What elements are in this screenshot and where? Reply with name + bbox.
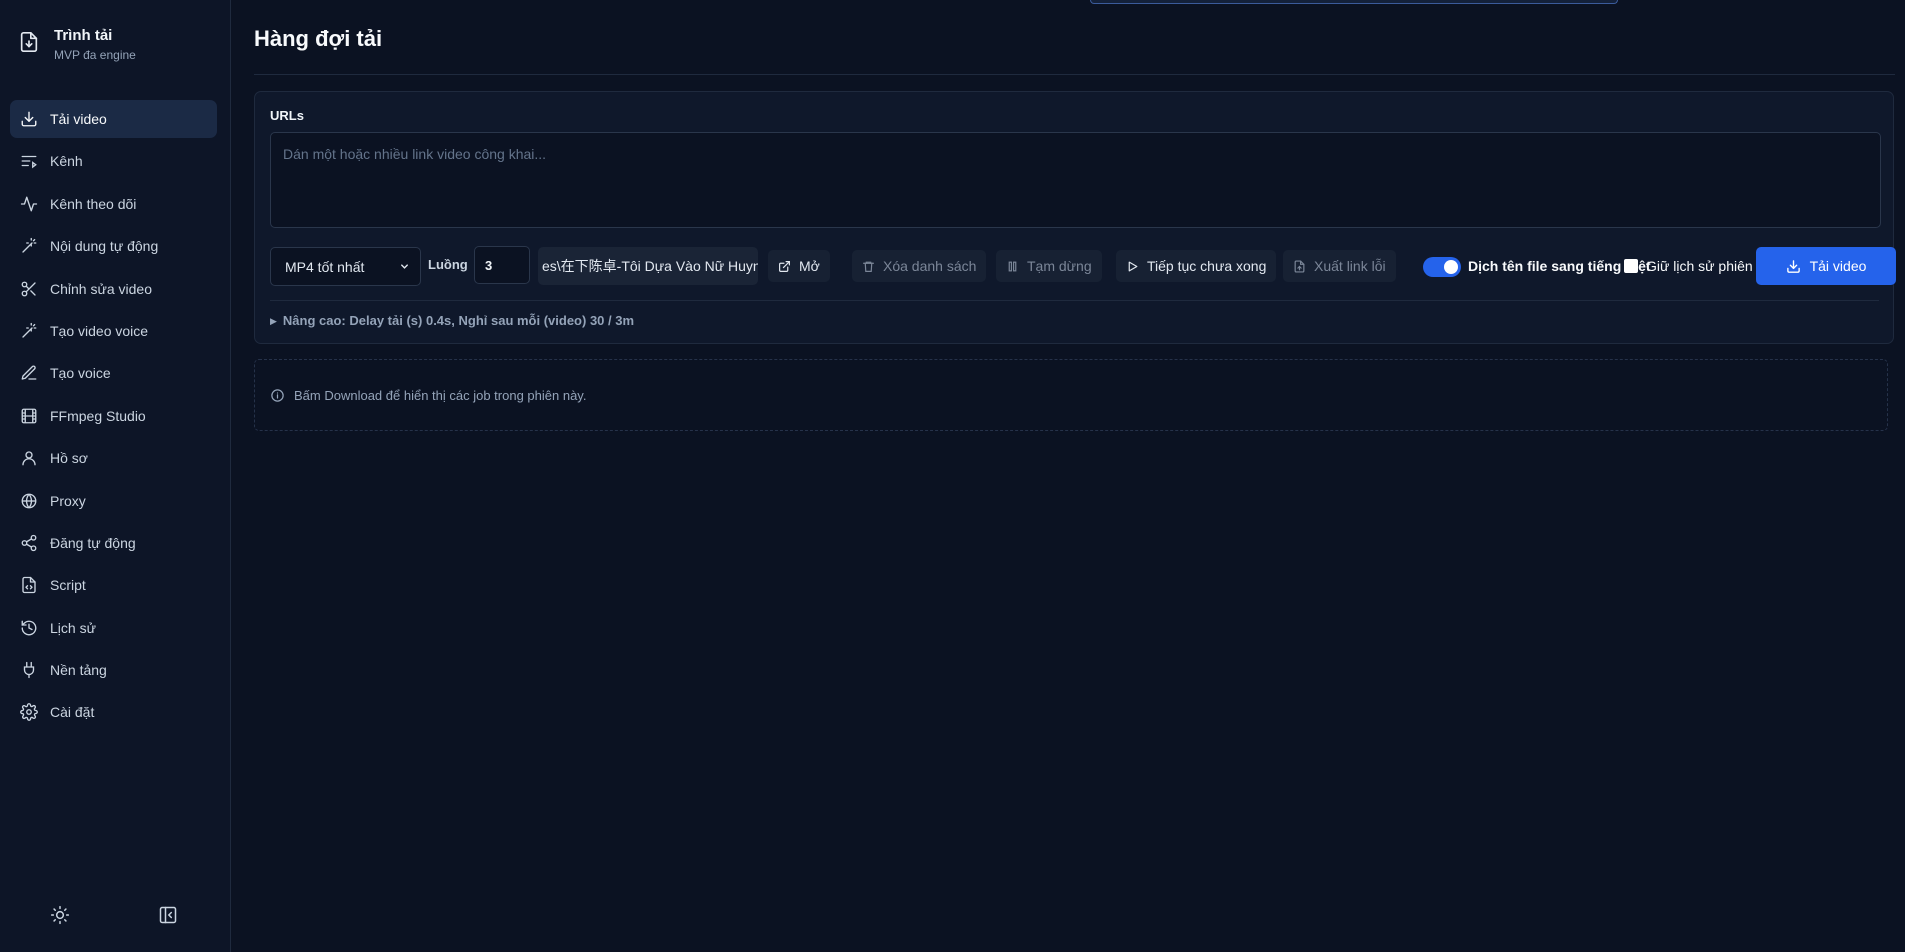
list-icon	[21, 156, 37, 169]
divider	[270, 300, 1879, 301]
pause-button[interactable]: Tạm dừng	[996, 250, 1102, 282]
collapse-sidebar-icon[interactable]	[158, 905, 178, 925]
sidebar-item-nen-tang[interactable]: Nền tảng	[10, 651, 217, 689]
file-export-icon	[1294, 259, 1305, 273]
gear-icon	[20, 703, 38, 722]
open-folder-label: Mở	[799, 258, 820, 274]
info-text: Bấm Download để hiển thị các job trong p…	[294, 387, 587, 403]
sidebar-item-label: Lịch sử	[50, 619, 96, 636]
sidebar-item-label: Tải video	[50, 111, 107, 127]
divider	[254, 74, 1895, 75]
sidebar-item-tai-video[interactable]: Tải video	[10, 100, 217, 138]
keep-history-label: Giữ lịch sử phiên	[1646, 258, 1753, 274]
sidebar-item-dang-tu-dong[interactable]: Đăng tự động	[10, 524, 217, 562]
job-list-placeholder: Bấm Download để hiển thị các job trong p…	[254, 359, 1888, 431]
file-download-icon	[20, 32, 38, 52]
resume-label: Tiếp tục chưa xong	[1147, 258, 1267, 274]
sidebar-item-ffmpeg-studio[interactable]: FFmpeg Studio	[10, 397, 217, 435]
file-code-icon	[22, 577, 36, 594]
main-content: Hàng đợi tải URLs MP4 tốt nhất Luồng 3 e…	[232, 0, 1905, 952]
sidebar-item-chinh-sua-video[interactable]: Chỉnh sửa video	[10, 270, 217, 308]
user-icon	[22, 451, 36, 466]
sidebar-item-proxy[interactable]: Proxy	[10, 482, 217, 520]
sidebar-item-script[interactable]: Script	[10, 566, 217, 604]
sidebar-item-cai-dat[interactable]: Cài đặt	[10, 693, 217, 731]
external-link-icon	[779, 260, 790, 272]
sidebar-item-tao-video-voice[interactable]: Tạo video voice	[10, 312, 217, 350]
advanced-settings-toggle[interactable]: ▶ Nâng cao: Delay tải (s) 0.4s, Nghỉ sau…	[270, 313, 634, 329]
download-video-label: Tải video	[1809, 258, 1867, 274]
sidebar-item-label: Tạo voice	[50, 365, 111, 382]
clear-list-label: Xóa danh sách	[883, 258, 977, 274]
sidebar-item-label: Chỉnh sửa video	[50, 280, 152, 297]
format-select-value: MP4 tốt nhất	[285, 258, 365, 275]
brand-title: Trình tải	[54, 27, 113, 44]
sidebar: Trình tải MVP đa engine Tải video Kênh K…	[0, 0, 231, 952]
download-form-card: URLs MP4 tốt nhất Luồng 3 es\在下陈卓-Tôi Dự…	[254, 91, 1896, 344]
pause-label: Tạm dừng	[1027, 258, 1092, 274]
toggle-knob	[1444, 260, 1458, 274]
sidebar-item-lich-su[interactable]: Lịch sử	[10, 609, 217, 647]
sidebar-item-label: Hồ sơ	[50, 450, 88, 467]
threads-label: Luồng	[428, 256, 468, 272]
film-icon	[21, 408, 37, 424]
caret-right-icon: ▶	[270, 316, 277, 326]
sidebar-item-label: Proxy	[50, 492, 86, 509]
sidebar-item-kenh-theo-doi[interactable]: Kênh theo dõi	[10, 185, 217, 223]
history-icon	[21, 620, 37, 636]
sidebar-item-label: Script	[50, 577, 86, 594]
resume-button[interactable]: Tiếp tục chưa xong	[1116, 250, 1277, 282]
download-video-button[interactable]: Tải video	[1756, 247, 1896, 285]
page-title: Hàng đợi tải	[254, 26, 383, 51]
open-folder-button[interactable]: Mở	[768, 250, 830, 282]
activity-icon	[20, 196, 38, 212]
sidebar-item-label: Kênh	[50, 153, 83, 170]
sidebar-item-tao-voice[interactable]: Tạo voice	[10, 354, 217, 392]
sidebar-item-label: Đăng tự động	[50, 534, 136, 551]
brand: Trình tải MVP đa engine	[18, 26, 136, 63]
share-icon	[21, 534, 37, 552]
sidebar-item-label: Nền tảng	[50, 662, 107, 679]
wand-icon	[22, 322, 37, 338]
brand-subtitle: MVP đa engine	[54, 48, 136, 62]
sidebar-item-label: Tạo video voice	[50, 322, 149, 339]
urls-input[interactable]	[270, 132, 1881, 228]
sidebar-item-label: FFmpeg Studio	[50, 407, 146, 424]
export-error-links-label: Xuất link lỗi	[1314, 258, 1386, 274]
export-error-links-button[interactable]: Xuất link lỗi	[1283, 250, 1396, 282]
sidebar-footer	[0, 905, 231, 925]
wand-icon	[22, 237, 37, 253]
download-icon	[21, 111, 37, 127]
info-icon	[271, 388, 284, 402]
output-path-input[interactable]: es\在下陈卓-Tôi Dựa Vào Nữ Huynh	[538, 247, 758, 285]
sidebar-item-label: Kênh theo dõi	[50, 195, 137, 212]
sidebar-item-kenh[interactable]: Kênh	[10, 142, 217, 180]
globe-icon	[21, 493, 37, 508]
plug-icon	[23, 661, 35, 679]
pause-icon	[1008, 261, 1017, 271]
sidebar-item-label: Cài đặt	[50, 704, 95, 721]
sidebar-item-label: Nội dung tự động	[50, 238, 159, 255]
advanced-settings-label: Nâng cao: Delay tải (s) 0.4s, Nghỉ sau m…	[282, 313, 635, 328]
keep-history-checkbox[interactable]	[1624, 259, 1638, 273]
download-icon	[1786, 259, 1800, 273]
sun-icon[interactable]	[50, 905, 70, 925]
trash-icon	[863, 261, 874, 272]
sidebar-item-ho-so[interactable]: Hồ sơ	[10, 439, 217, 477]
play-icon	[1128, 261, 1138, 271]
threads-input[interactable]: 3	[474, 246, 530, 284]
sidebar-nav: Tải video Kênh Kênh theo dõi Nội dung tự…	[10, 100, 217, 736]
translate-filename-toggle[interactable]	[1423, 257, 1461, 277]
urls-label: URLs	[270, 108, 304, 123]
sidebar-item-noi-dung-tu-dong[interactable]: Nội dung tự động	[10, 227, 217, 265]
clear-list-button[interactable]: Xóa danh sách	[852, 250, 987, 282]
format-select[interactable]: MP4 tốt nhất	[270, 247, 421, 286]
toolbar: MP4 tốt nhất Luồng 3 es\在下陈卓-Tôi Dựa Vào…	[270, 246, 1896, 287]
scissors-icon	[21, 281, 36, 296]
chevron-down-icon	[401, 264, 408, 269]
pen-icon	[21, 365, 37, 381]
